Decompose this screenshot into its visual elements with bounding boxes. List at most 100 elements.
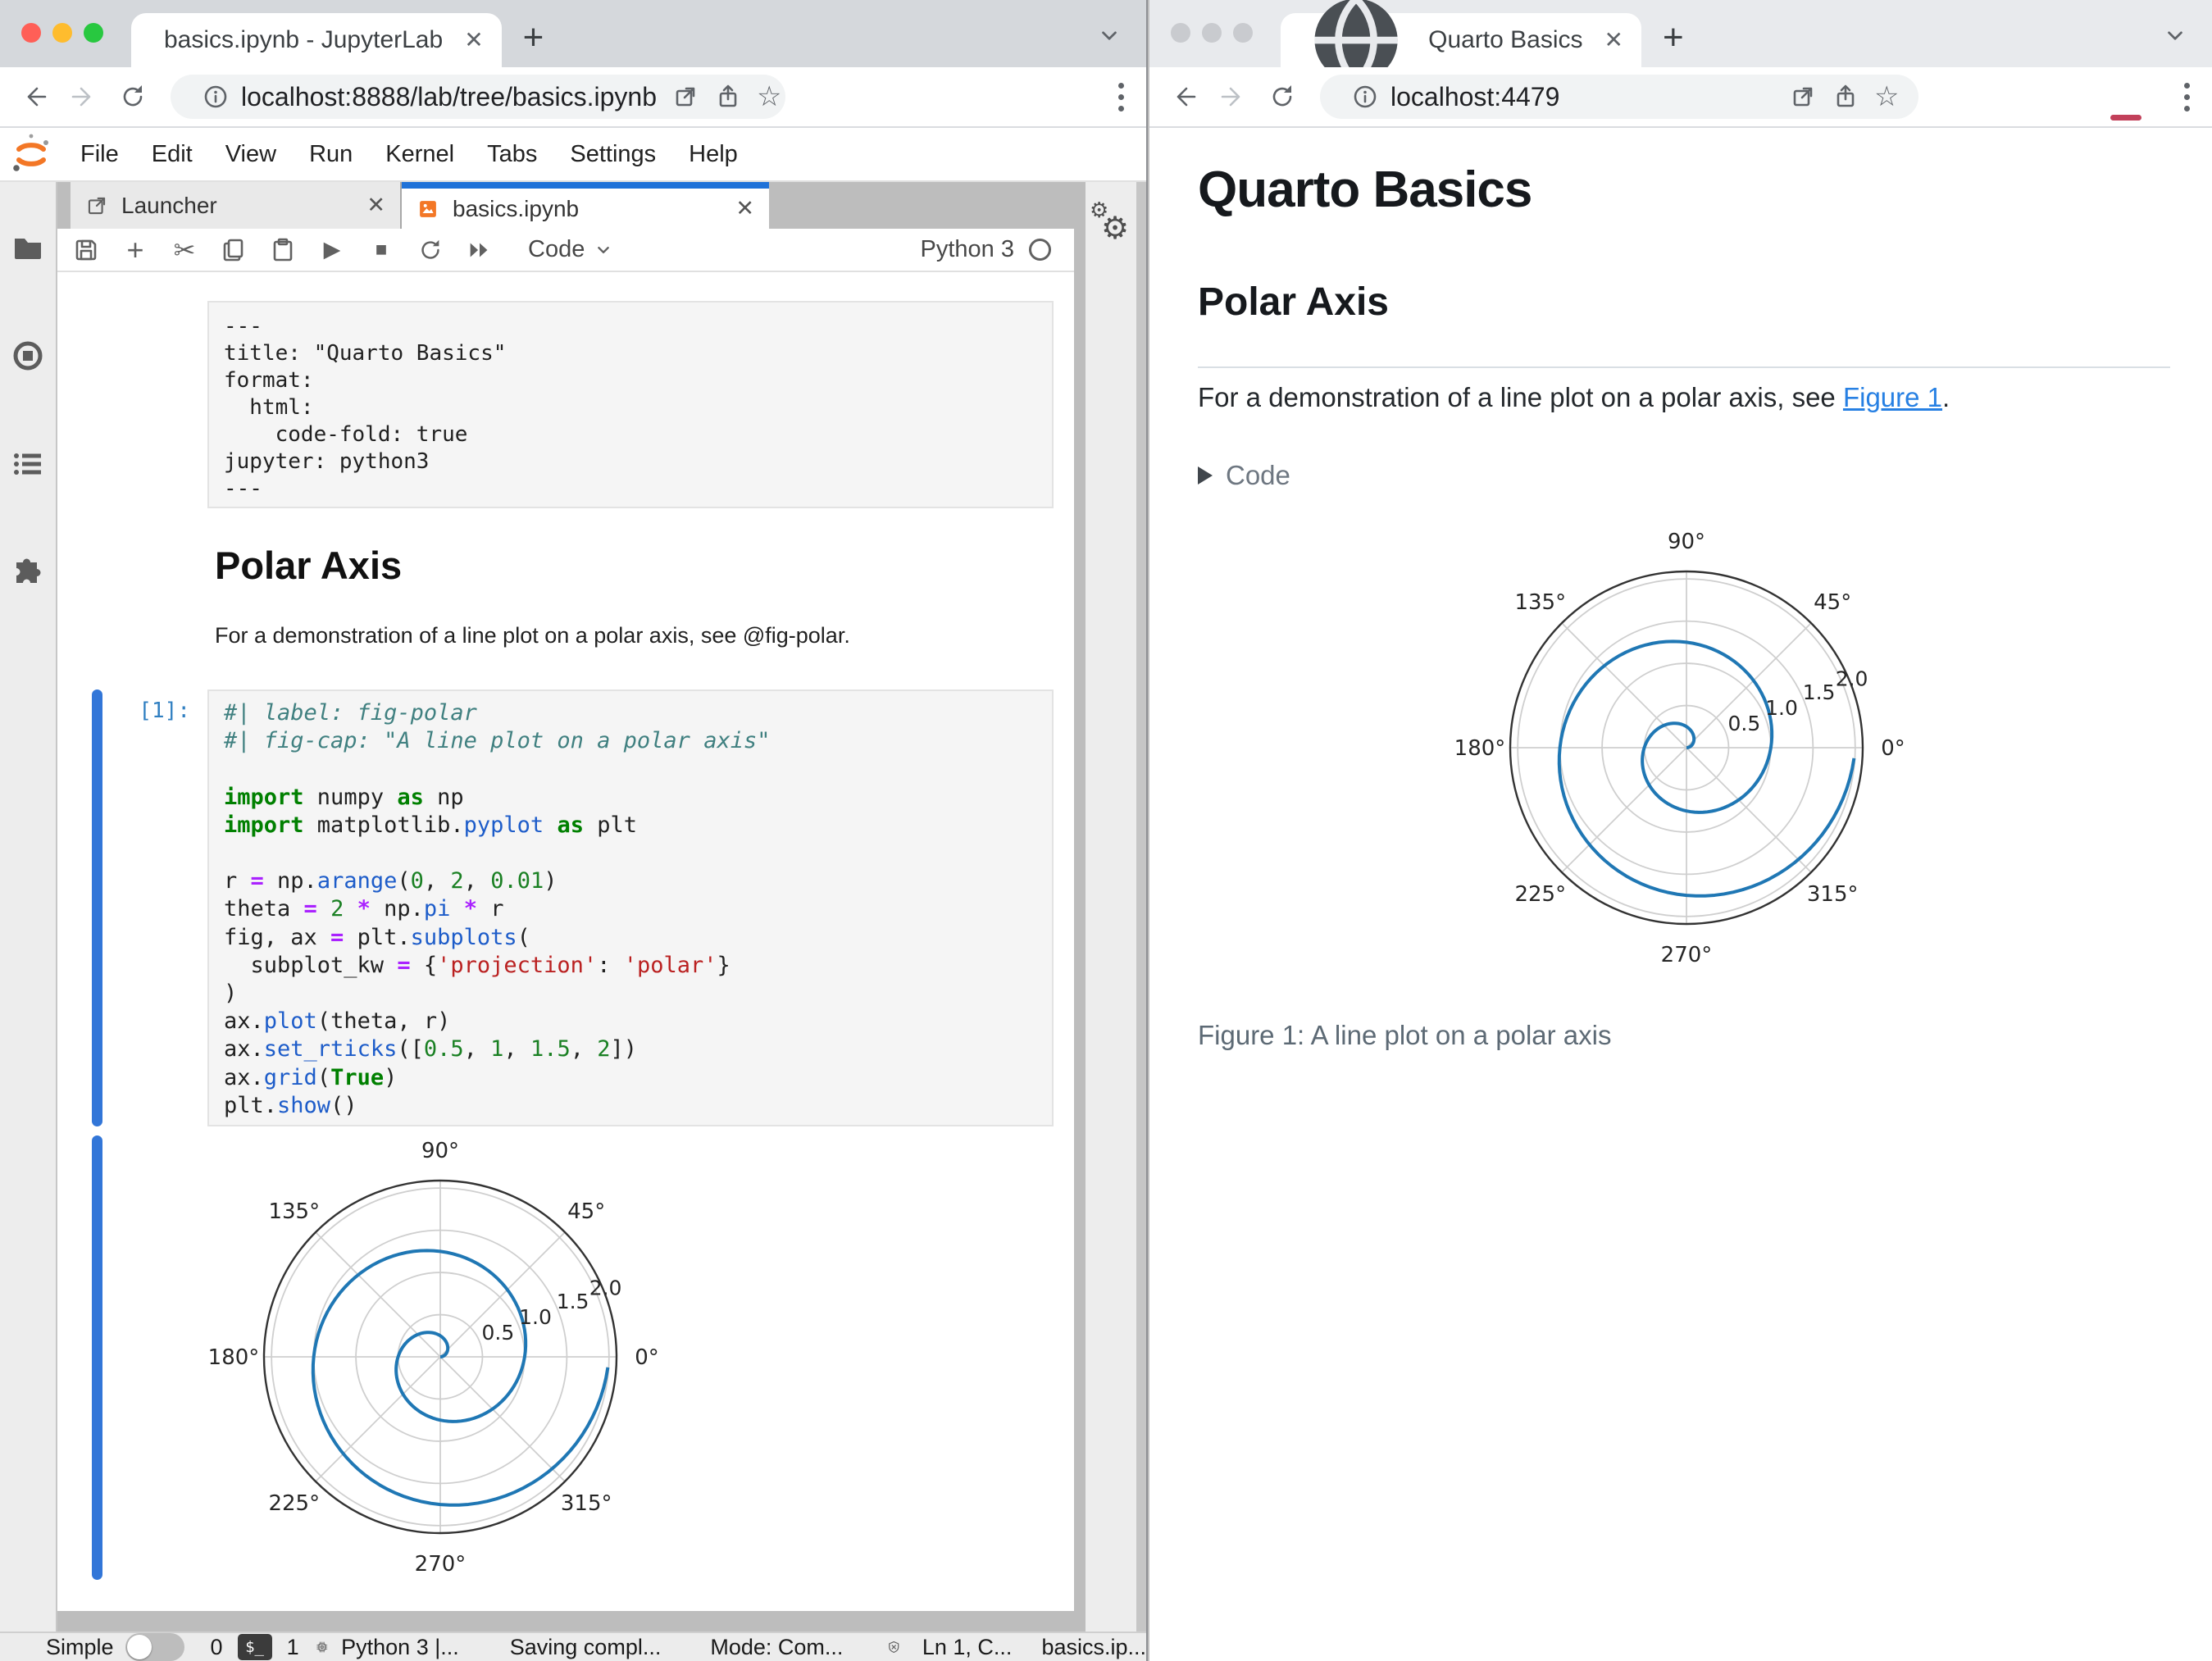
minimize-window-button[interactable] bbox=[52, 23, 72, 43]
trust-shield-icon[interactable] bbox=[887, 1632, 900, 1661]
launcher-tab-close-icon[interactable]: ✕ bbox=[366, 193, 385, 218]
cell-type-select[interactable]: Code bbox=[528, 236, 585, 263]
notebook-tab-close-icon[interactable]: ✕ bbox=[735, 196, 754, 221]
back-icon[interactable] bbox=[20, 82, 49, 111]
kernel-status-icon[interactable] bbox=[1029, 239, 1051, 261]
code-cell-line: #| fig-cap: "A line plot on a polar axis… bbox=[224, 728, 771, 754]
svg-text:180°: 180° bbox=[208, 1345, 260, 1370]
left-window-scrollbar[interactable] bbox=[1136, 182, 1146, 1631]
section-divider bbox=[1198, 366, 2170, 368]
menu-item-run[interactable]: Run bbox=[293, 141, 369, 167]
kernel-chip-icon[interactable] bbox=[316, 1633, 329, 1661]
terminal-icon[interactable]: $_ bbox=[237, 1634, 272, 1660]
cell-type-chevron-icon[interactable] bbox=[591, 238, 616, 262]
extension-manager-icon[interactable] bbox=[11, 556, 44, 589]
left-url-text[interactable]: localhost:8888/lab/tree/basics.ipynb bbox=[241, 82, 657, 112]
code-fold-toggle[interactable]: Code bbox=[1198, 460, 1290, 491]
svg-text:1.0: 1.0 bbox=[1765, 696, 1798, 720]
file-browser-icon[interactable] bbox=[11, 231, 44, 264]
right-url-text[interactable]: localhost:4479 bbox=[1390, 82, 1774, 112]
kernel-status-text[interactable]: Python 3 |... bbox=[341, 1635, 459, 1660]
notebook-toolbar: + ✂ ▶ ■ Code Python 3 bbox=[57, 229, 1074, 272]
right-browser-tab[interactable]: Quarto Basics ✕ bbox=[1281, 0, 1641, 84]
dock-tab-launcher[interactable]: Launcher ✕ bbox=[71, 182, 402, 229]
reload-icon[interactable] bbox=[1268, 82, 1297, 111]
back-icon[interactable] bbox=[1169, 82, 1199, 111]
figure-1-link[interactable]: Figure 1 bbox=[1843, 382, 1942, 412]
left-tab-search-chevron-icon[interactable] bbox=[1095, 21, 1123, 49]
menu-item-file[interactable]: File bbox=[64, 141, 135, 167]
cell-execution-prompt: [1]: bbox=[139, 699, 190, 723]
run-cell-icon[interactable]: ▶ bbox=[318, 236, 346, 264]
insert-cell-icon[interactable]: + bbox=[121, 233, 149, 266]
jupyterlab-menubar: File Edit View Run Kernel Tabs Settings Help bbox=[0, 128, 1146, 182]
right-tab-search-chevron-icon[interactable] bbox=[2161, 21, 2189, 49]
zoom-window-button[interactable] bbox=[1233, 23, 1253, 43]
left-browser-menu-icon[interactable] bbox=[1117, 82, 1125, 111]
right-tab-close-icon[interactable]: ✕ bbox=[1604, 29, 1623, 52]
bookmark-star-icon[interactable]: ☆ bbox=[1874, 83, 1902, 111]
restart-run-all-icon[interactable] bbox=[466, 236, 494, 264]
code-cell-line bbox=[209, 840, 1052, 867]
close-window-button[interactable] bbox=[21, 23, 41, 43]
site-info-icon[interactable] bbox=[1351, 83, 1379, 111]
code-cell-line: r = np.arange(0, 2, 0.01) bbox=[224, 868, 558, 894]
property-inspector-icon[interactable]: ⚙ ⚙ bbox=[1090, 198, 1132, 248]
right-new-tab-button[interactable]: + bbox=[1663, 20, 1684, 56]
share-icon[interactable] bbox=[714, 83, 742, 111]
open-in-new-icon[interactable] bbox=[671, 83, 699, 111]
site-info-icon[interactable] bbox=[202, 83, 230, 111]
polar-plot-output: 0° 45° 90° 135° 180° 225° 270° 315° 0.51.01.52.0 bbox=[208, 1139, 659, 1577]
menu-item-help[interactable]: Help bbox=[672, 141, 754, 167]
zoom-window-button[interactable] bbox=[84, 23, 103, 43]
save-icon[interactable] bbox=[72, 236, 100, 264]
right-tab-title: Quarto Basics bbox=[1428, 26, 1583, 53]
right-address-bar[interactable]: localhost:4479 ☆ bbox=[1320, 75, 1918, 119]
menu-item-edit[interactable]: Edit bbox=[135, 141, 209, 167]
output-collapser-bar[interactable] bbox=[92, 1135, 102, 1580]
right-browser-menu-icon[interactable] bbox=[2182, 82, 2191, 111]
copy-cell-icon[interactable] bbox=[220, 236, 248, 264]
kernel-name-label[interactable]: Python 3 bbox=[921, 236, 1014, 263]
share-icon[interactable] bbox=[1832, 83, 1859, 111]
code-cell-line: ax.plot(theta, r) bbox=[224, 1008, 451, 1035]
menu-item-settings[interactable]: Settings bbox=[553, 141, 672, 167]
left-address-bar[interactable]: localhost:8888/lab/tree/basics.ipynb ☆ bbox=[171, 75, 785, 119]
running-sessions-icon[interactable] bbox=[11, 339, 44, 372]
paragraph-suffix: . bbox=[1942, 382, 1950, 412]
bookmark-star-icon[interactable]: ☆ bbox=[757, 83, 785, 111]
svg-text:135°: 135° bbox=[1514, 590, 1566, 615]
left-tab-close-icon[interactable]: ✕ bbox=[464, 29, 483, 52]
raw-yaml-cell[interactable]: --- title: "Quarto Basics" format: html: c… bbox=[207, 301, 1054, 508]
cut-cell-icon[interactable]: ✂ bbox=[171, 234, 198, 266]
dock-tab-notebook[interactable]: basics.ipynb ✕ bbox=[402, 182, 769, 229]
forward-icon[interactable] bbox=[1218, 82, 1248, 111]
forward-icon[interactable] bbox=[69, 82, 98, 111]
menu-item-tabs[interactable]: Tabs bbox=[471, 141, 553, 167]
minimize-window-button[interactable] bbox=[1202, 23, 1222, 43]
table-of-contents-icon[interactable] bbox=[11, 448, 44, 480]
restart-kernel-icon[interactable] bbox=[416, 236, 444, 264]
simple-mode-toggle[interactable] bbox=[125, 1633, 184, 1661]
reload-icon[interactable] bbox=[118, 82, 148, 111]
input-collapser-bar[interactable] bbox=[92, 689, 102, 1126]
paste-cell-icon[interactable] bbox=[269, 236, 297, 264]
right-traffic-lights[interactable] bbox=[1171, 23, 1253, 43]
extension-badge bbox=[2110, 115, 2141, 121]
svg-text:45°: 45° bbox=[1814, 590, 1851, 615]
left-tab-title: basics.ipynb - JupyterLab bbox=[164, 26, 444, 53]
code-cell[interactable]: #| label: fig-polar #| fig-cap: "A line p… bbox=[207, 689, 1054, 1126]
code-cell-line: import numpy as np bbox=[224, 784, 464, 810]
left-traffic-lights[interactable] bbox=[21, 23, 103, 43]
simple-mode-label: Simple bbox=[46, 1634, 114, 1659]
open-in-new-icon[interactable] bbox=[1789, 83, 1817, 111]
svg-text:1.5: 1.5 bbox=[557, 1290, 589, 1313]
close-window-button[interactable] bbox=[1171, 23, 1190, 43]
cursor-position-text[interactable]: Ln 1, C... bbox=[922, 1635, 1013, 1660]
left-new-tab-button[interactable]: + bbox=[523, 20, 544, 56]
disclosure-triangle-icon bbox=[1198, 466, 1213, 485]
left-browser-tab[interactable]: basics.ipynb - JupyterLab ✕ bbox=[131, 13, 502, 67]
menu-item-view[interactable]: View bbox=[209, 141, 293, 167]
stop-kernel-icon[interactable]: ■ bbox=[367, 236, 395, 264]
menu-item-kernel[interactable]: Kernel bbox=[369, 141, 471, 167]
